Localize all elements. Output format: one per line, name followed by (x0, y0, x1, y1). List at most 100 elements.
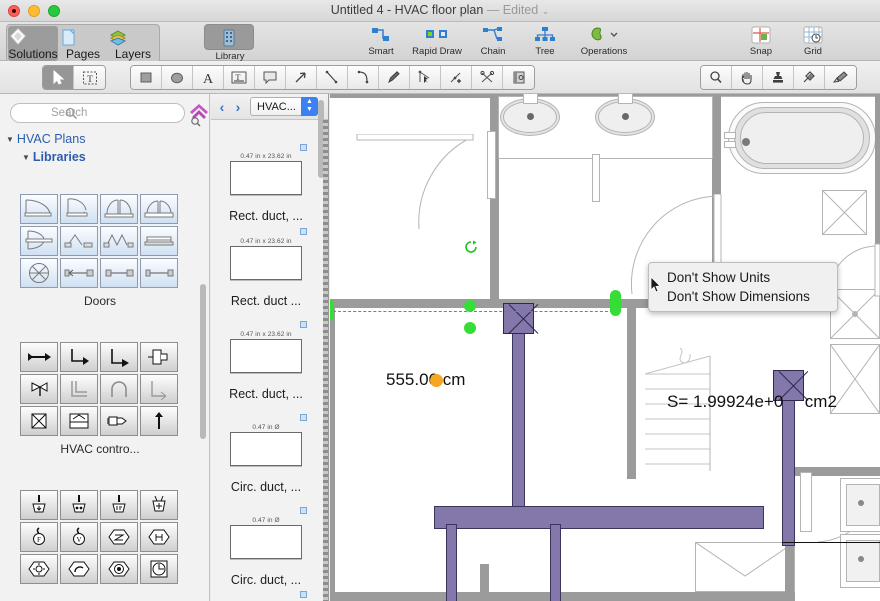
toolbar-library-button[interactable]: Library (204, 24, 256, 62)
list-item[interactable]: 0.47 in Ø Circ. duct, ... (211, 399, 321, 492)
duct-library-select[interactable]: HVAC... ▲▼ (250, 97, 318, 116)
selection-handle-mid-bottom[interactable] (464, 322, 476, 334)
line-tool-icon[interactable] (317, 66, 348, 89)
duct-branch-mid[interactable] (550, 524, 561, 601)
door-revolving-flat-icon[interactable] (140, 226, 178, 256)
door-double-swing-icon[interactable] (100, 194, 138, 224)
list-item[interactable] (211, 585, 321, 601)
selection-handle-right[interactable] (610, 290, 621, 316)
toolbar-tree-button[interactable]: Tree (519, 24, 571, 57)
library-scrollbar[interactable] (200, 284, 206, 439)
ellipse-tool-icon[interactable] (162, 66, 193, 89)
list-item[interactable]: 0.47 in x 23.62 in Rect. duct ... (211, 213, 321, 306)
pointer-tool-icon[interactable] (43, 66, 74, 89)
pen-tool-icon[interactable] (379, 66, 410, 89)
tree-item-hvac-plans[interactable]: ▼ HVAC Plans (4, 130, 204, 148)
door-bifold-icon[interactable] (100, 226, 138, 256)
hex-meter-icon[interactable] (140, 522, 178, 552)
door-folding-icon[interactable] (60, 226, 98, 256)
thermometer-dots-icon[interactable] (60, 490, 98, 520)
curve-tool-icon[interactable] (348, 66, 379, 89)
nav-forward-button[interactable]: › (230, 99, 246, 115)
timer-icon[interactable] (140, 554, 178, 584)
chevron-down-icon[interactable]: ▼ (22, 153, 30, 162)
toolbar-operations-button[interactable]: Operations (571, 24, 637, 57)
arrow-tool-icon[interactable] (286, 66, 317, 89)
duct-panel-resize-handle[interactable] (323, 120, 328, 601)
door-revolving-icon[interactable] (20, 258, 58, 288)
corner-path-icon[interactable] (60, 374, 98, 404)
marquee-select-tool-icon[interactable]: T (74, 66, 105, 89)
door-sliding-center-icon[interactable] (100, 258, 138, 288)
duct-branch-left[interactable] (446, 524, 457, 601)
door-double-arc-icon[interactable] (140, 194, 178, 224)
door-swing-dashed-icon[interactable] (60, 194, 98, 224)
tree-item-libraries[interactable]: ▼ Libraries (4, 148, 204, 166)
door-sliding-left-icon[interactable] (60, 258, 98, 288)
toolbar-layers-button[interactable]: Layers (108, 26, 158, 61)
hex-z-icon[interactable] (100, 522, 138, 552)
thermometer-scale-icon[interactable] (100, 490, 138, 520)
dimension-drag-handle[interactable] (430, 374, 443, 387)
add-node-tool-icon[interactable] (441, 66, 472, 89)
tray-icon[interactable] (60, 406, 98, 436)
probe-v-icon[interactable]: V (60, 522, 98, 552)
hex-target-icon[interactable] (100, 554, 138, 584)
text-box-tool-icon[interactable]: T (224, 66, 255, 89)
nav-back-button[interactable]: ‹ (214, 99, 230, 115)
image-tool-icon[interactable] (503, 66, 534, 89)
rectangle-tool-icon[interactable] (131, 66, 162, 89)
text-tool-icon[interactable]: A (193, 66, 224, 89)
list-item[interactable]: 0.47 in Ø Circ. duct, ... (211, 492, 321, 585)
edit-node-tool-icon[interactable] (410, 66, 441, 89)
hex-sun-icon[interactable] (20, 554, 58, 584)
vent-top-left[interactable] (503, 303, 534, 334)
elbow-left-down-icon[interactable] (100, 342, 138, 372)
arrow-right-icon[interactable] (20, 342, 58, 372)
door-sliding-right-icon[interactable] (140, 258, 178, 288)
dimension-label[interactable]: 555.06 cm (386, 370, 465, 390)
cross-box-icon[interactable] (20, 406, 58, 436)
zoom-tool-icon[interactable] (701, 66, 732, 89)
toolbar-smart-button[interactable]: Smart (355, 24, 407, 57)
selection-handle-left[interactable] (330, 299, 334, 321)
toolbar-grid-button[interactable]: Grid (787, 24, 839, 57)
up-arrow-icon[interactable] (140, 406, 178, 436)
thermometer-down-icon[interactable] (20, 490, 58, 520)
list-item[interactable]: 0.47 in x 23.62 in Rect. duct, ... (211, 306, 321, 399)
list-item[interactable]: 0.47 in x 23.62 in Rect. duct, ... (211, 120, 321, 213)
toolbar-chain-button[interactable]: Chain (467, 24, 519, 57)
floor-plan-canvas[interactable]: 555.06 cm S= 1.99924e+0 cm2 Don't Show U… (330, 94, 880, 601)
chevron-down-icon[interactable]: ▼ (6, 135, 14, 144)
elbow-return-icon[interactable] (140, 374, 178, 404)
stepper-updown-icon[interactable]: ▲▼ (301, 97, 318, 116)
door-double-opposite-icon[interactable] (20, 226, 58, 256)
paintbrush-tool-icon[interactable] (825, 66, 856, 89)
stamp-tool-icon[interactable] (763, 66, 794, 89)
controller-icon[interactable] (100, 406, 138, 436)
probe-f-icon[interactable]: F (20, 522, 58, 552)
hex-gauge-icon[interactable] (60, 554, 98, 584)
bowtie-valve-icon[interactable] (20, 374, 58, 404)
elbow-down-right-icon[interactable] (60, 342, 98, 372)
toolbar-rapid-draw-button[interactable]: Rapid Draw (407, 24, 467, 57)
title-chevron-down-icon[interactable]: ⌄ (542, 6, 550, 16)
damper-icon[interactable] (140, 342, 178, 372)
hand-tool-icon[interactable] (732, 66, 763, 89)
search-input[interactable]: Search (10, 103, 185, 123)
door-single-swing-icon[interactable] (20, 194, 58, 224)
rotate-handle-icon[interactable] (463, 239, 479, 255)
arch-duct-icon[interactable] (100, 374, 138, 404)
sensor-plus-icon[interactable] (140, 490, 178, 520)
duct-horizontal-main[interactable] (434, 506, 764, 529)
cut-path-tool-icon[interactable] (472, 66, 503, 89)
callout-tool-icon[interactable] (255, 66, 286, 89)
selection-handle-mid-top[interactable] (464, 300, 476, 312)
toolbar-solutions-button[interactable]: Solutions (8, 26, 58, 61)
toolbar-snap-button[interactable]: Snap (735, 24, 787, 57)
toolbar-pages-button[interactable]: Pages (58, 26, 108, 61)
duct-vertical-left[interactable] (512, 309, 525, 519)
area-label[interactable]: S= 1.99924e+0 cm2 (667, 392, 837, 412)
eyedropper-tool-icon[interactable] (794, 66, 825, 89)
context-menu-item-dont-show-units[interactable]: Don't Show Units (649, 268, 837, 287)
